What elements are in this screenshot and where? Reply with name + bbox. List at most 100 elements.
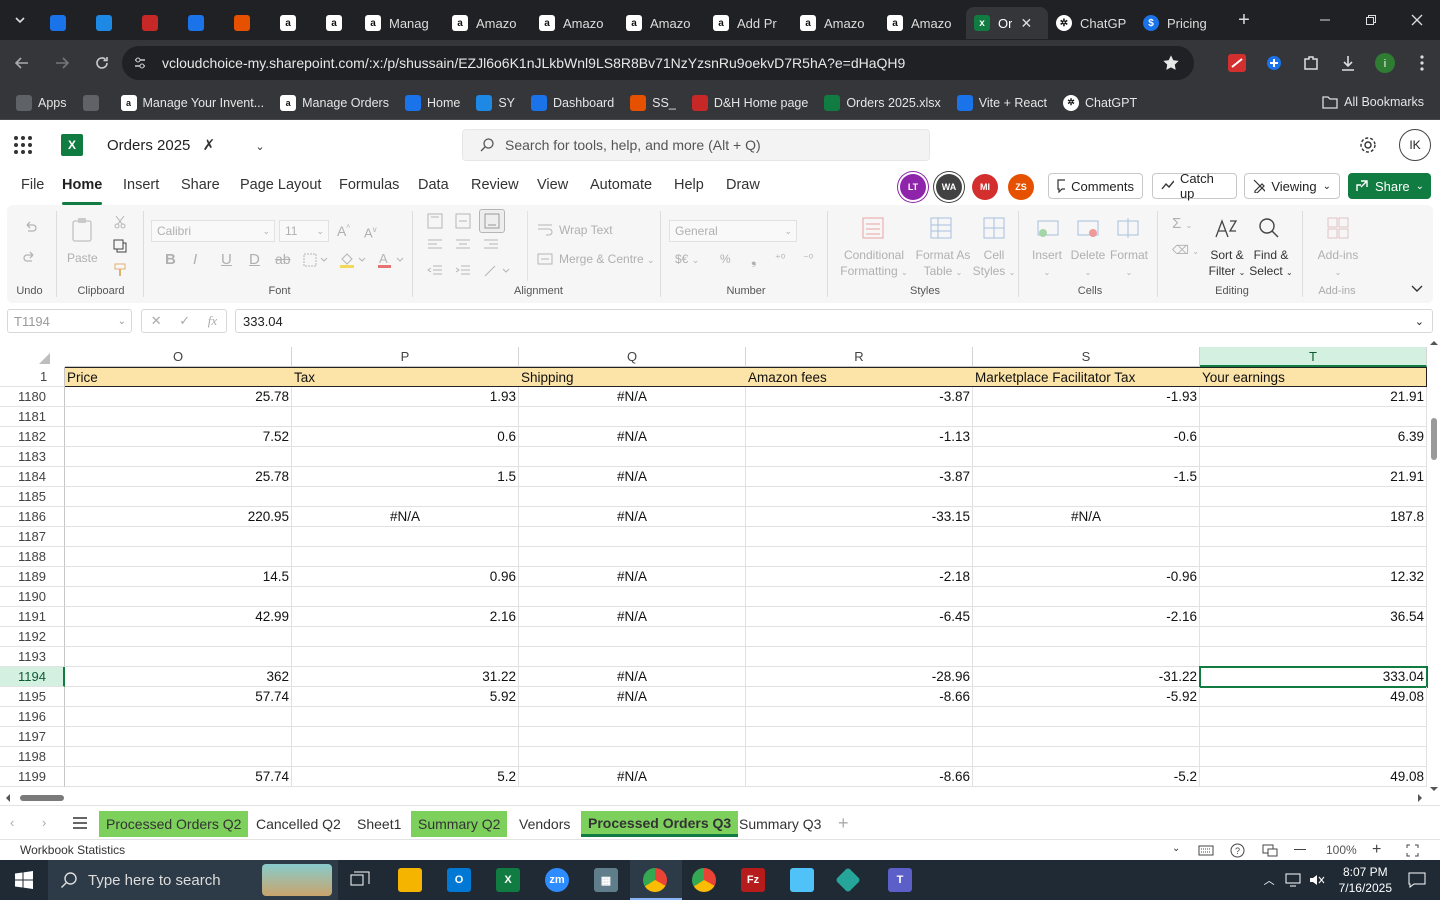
notes-app-icon[interactable]	[790, 868, 814, 892]
grid-cell[interactable]	[292, 727, 519, 747]
grid-cell[interactable]: -0.96	[973, 567, 1200, 587]
extension-2[interactable]	[1255, 54, 1292, 72]
column-header-r[interactable]: R	[746, 347, 973, 367]
vertical-scrollbar[interactable]	[1428, 339, 1440, 793]
grid-cell[interactable]: -8.66	[746, 767, 973, 787]
grid-cell[interactable]	[519, 727, 746, 747]
row-number[interactable]: 1190	[0, 587, 65, 607]
zoom-level[interactable]: 100%	[1326, 843, 1357, 857]
grid-cell[interactable]	[292, 407, 519, 427]
grid-cell[interactable]: #N/A	[519, 387, 746, 407]
row-number[interactable]: 1193	[0, 647, 65, 667]
grid-cell[interactable]: #N/A	[519, 767, 746, 787]
row-number[interactable]: 1191	[0, 607, 65, 627]
menu-tab-page-layout[interactable]: Page Layout	[240, 177, 321, 193]
bookmark-item[interactable]: a Manage Orders	[280, 94, 389, 111]
bookmark-item[interactable]: Dashboard	[531, 94, 614, 111]
format-painter-button[interactable]	[113, 263, 127, 277]
undo-button[interactable]	[23, 221, 37, 235]
chevron-down-icon[interactable]: ⌄	[255, 141, 264, 153]
spreadsheet-grid[interactable]: OPQRST 1 Price Tax Shipping Amazon fees Marke…	[0, 347, 1428, 792]
chevron-up-icon[interactable]: ︿	[1264, 872, 1275, 888]
grid-cell[interactable]: 31.22	[292, 667, 519, 687]
borders-button[interactable]	[303, 253, 329, 267]
sheet-tab[interactable]: Processed Orders Q2	[99, 811, 249, 837]
grid-cell[interactable]	[746, 587, 973, 607]
collaborator-avatar[interactable]: WA	[936, 174, 962, 200]
ribbon-expand-button[interactable]	[1411, 285, 1423, 293]
url-text[interactable]: vcloudchoice-my.sharepoint.com/:x:/p/shu…	[162, 55, 905, 71]
grid-cell[interactable]	[292, 707, 519, 727]
new-tab-button[interactable]: +	[1228, 9, 1260, 32]
autosum-icon[interactable]: Σ ⌄	[1172, 215, 1192, 232]
row-number[interactable]: 1185	[0, 487, 65, 507]
sheet-tab[interactable]: Cancelled Q2	[249, 811, 348, 837]
row-number[interactable]: 1181	[0, 407, 65, 427]
grid-cell[interactable]: 21.91	[1200, 387, 1427, 407]
bookmark-item[interactable]: D&H Home page	[691, 94, 808, 111]
bookmark-item[interactable]: Vite + React	[956, 94, 1047, 111]
addins-button[interactable]: Add-ins ⌄	[1313, 247, 1363, 281]
grid-cell[interactable]: -6.45	[746, 607, 973, 627]
grid-cell[interactable]: -28.96	[746, 667, 973, 687]
filezilla-icon[interactable]: Fz	[741, 868, 765, 892]
formula-input[interactable]: 333.04 ⌄	[235, 309, 1433, 333]
grid-cell[interactable]	[292, 747, 519, 767]
grid-cell[interactable]: -1.13	[746, 427, 973, 447]
settings-button[interactable]	[1358, 135, 1378, 155]
grid-cell[interactable]	[292, 447, 519, 467]
bottom-align-icon[interactable]	[479, 209, 505, 233]
row-number[interactable]: 1	[0, 367, 65, 387]
sheet-tab[interactable]: Sheet1	[350, 811, 408, 837]
grid-cell[interactable]	[65, 547, 292, 567]
browser-tab[interactable]	[173, 7, 219, 39]
format-as-table-button[interactable]: Format As Table ⌄	[912, 247, 974, 281]
grid-cell[interactable]	[746, 727, 973, 747]
close-window-button[interactable]	[1394, 0, 1440, 40]
grid-cell[interactable]	[1200, 707, 1427, 727]
all-sheets-button[interactable]	[72, 817, 88, 829]
menu-tab-formulas[interactable]: Formulas	[339, 177, 399, 193]
chevron-down-icon[interactable]: ⌄	[1415, 315, 1424, 328]
grid-cell[interactable]: #N/A	[292, 507, 519, 527]
copy-button[interactable]	[113, 239, 127, 253]
browser-tab[interactable]: a	[311, 7, 357, 39]
grid-cell[interactable]: -8.66	[746, 687, 973, 707]
grid-cell[interactable]	[292, 647, 519, 667]
grid-cell[interactable]: #N/A	[973, 507, 1200, 527]
number-format-select[interactable]: General ⌄	[669, 220, 797, 242]
cancel-icon[interactable]: ✕	[151, 313, 162, 329]
grid-cell[interactable]	[973, 487, 1200, 507]
grid-cell[interactable]: -1.93	[973, 387, 1200, 407]
grid-cell[interactable]: 57.74	[65, 767, 292, 787]
file-explorer-icon[interactable]	[398, 868, 422, 892]
menu-tab-insert[interactable]: Insert	[123, 177, 159, 193]
grid-cell[interactable]	[292, 587, 519, 607]
grid-cell[interactable]: 220.95	[65, 507, 292, 527]
name-box[interactable]: T1194 ⌄	[7, 309, 132, 333]
increase-indent-icon[interactable]	[455, 265, 471, 277]
omnibox[interactable]: vcloudchoice-my.sharepoint.com/:x:/p/shu…	[122, 46, 1194, 80]
row-number[interactable]: 1182	[0, 427, 65, 447]
bookmark-item[interactable]: Orders 2025.xlsx	[824, 94, 941, 111]
fill-color-button[interactable]	[339, 251, 367, 269]
collaborator-avatar[interactable]: MI	[972, 174, 998, 200]
grid-cell[interactable]: 0.6	[292, 427, 519, 447]
browser-tab[interactable]	[127, 7, 173, 39]
redo-button[interactable]	[23, 251, 37, 265]
grid-cell[interactable]: 49.08	[1200, 767, 1427, 787]
pdf-extension[interactable]	[1218, 54, 1255, 72]
grid-cell[interactable]	[519, 587, 746, 607]
browser-tab[interactable]: x Or ✕	[966, 7, 1048, 39]
grid-cell[interactable]: #N/A	[519, 687, 746, 707]
bookmark-item[interactable]: SY	[476, 94, 515, 111]
menu-tab-home[interactable]: Home	[62, 177, 103, 205]
grid-cell[interactable]	[519, 547, 746, 567]
restore-button[interactable]	[1348, 0, 1394, 40]
double-underline-icon[interactable]: D	[249, 251, 260, 268]
sheet-tab[interactable]: Summary Q3	[732, 811, 828, 837]
grid-cell[interactable]	[1200, 647, 1427, 667]
sort-filter-button[interactable]: Sort & Filter ⌄	[1202, 247, 1252, 281]
browser-tab[interactable]: a Manag	[357, 7, 444, 39]
enter-check-icon[interactable]: ✓	[179, 313, 190, 329]
